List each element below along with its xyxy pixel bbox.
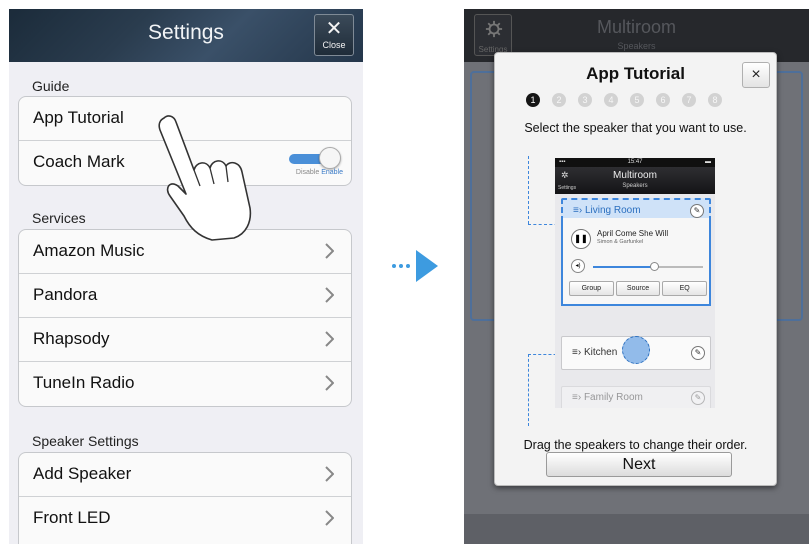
edit-icon[interactable]: ✎	[690, 204, 704, 218]
page-title: Settings	[148, 21, 224, 44]
section-label-speaker-settings: Speaker Settings	[32, 433, 139, 449]
toggle-state-labels: Disable Enable	[296, 169, 343, 176]
mini-subtitle: Speakers	[622, 183, 648, 189]
chevron-right-icon	[325, 466, 334, 482]
toggle-off-label: Disable	[295, 169, 320, 176]
pause-button[interactable]: ❚❚	[571, 229, 591, 249]
battery-icon: ▬	[705, 159, 711, 165]
close-icon: ×	[751, 66, 761, 83]
toggle-on-label: Enable	[321, 169, 343, 176]
guide-line	[528, 156, 529, 224]
settings-item-tunein-radio[interactable]: TuneIn Radio	[19, 362, 351, 406]
close-icon: ✕	[325, 18, 343, 40]
step-dot: 8	[708, 93, 722, 107]
right-arrow-icon	[392, 250, 438, 282]
step-dot: 3	[578, 93, 592, 107]
coach-mark-toggle[interactable]: Disable Enable	[275, 147, 345, 181]
chevron-right-icon	[325, 510, 334, 526]
volume-icon: ◂)	[571, 259, 585, 273]
step-dot: 6	[656, 93, 670, 107]
eq-button[interactable]: EQ	[662, 281, 708, 296]
settings-item-label: Coach Mark	[33, 152, 125, 171]
settings-item-label: Add Speaker	[33, 464, 132, 483]
room-name-text: Family Room	[583, 392, 643, 403]
settings-item-label: Front LED	[33, 508, 111, 527]
player-buttons: Group Source EQ	[569, 281, 708, 296]
close-button[interactable]: ✕ Close	[314, 14, 354, 56]
tutorial-illustration: Settings ✕ Close Guide App Tutorial Coac…	[0, 0, 809, 544]
volume-fill	[593, 266, 654, 268]
status-time: 15:47	[627, 159, 643, 165]
step-dot: 5	[630, 93, 644, 107]
settings-item-label: Amazon Music	[33, 241, 145, 260]
mini-title: Multiroom	[613, 170, 657, 181]
song-artist: Simon & Garfunkel	[597, 239, 644, 245]
settings-item-label: Rhapsody	[33, 329, 110, 348]
multiroom-screen: Settings Multiroom Speakers App Tutorial…	[464, 9, 809, 544]
settings-item-label: App Tutorial	[33, 108, 124, 127]
edit-icon[interactable]: ✎	[691, 391, 705, 405]
speaker-settings-group: Add Speaker Front LED	[18, 452, 352, 544]
step-dot: 7	[682, 93, 696, 107]
speaker-room-family-room[interactable]: ≡› Family Room ✎	[561, 386, 711, 408]
section-label-services: Services	[32, 210, 86, 226]
room-name: ≡› Living Room	[573, 205, 641, 216]
edit-icon[interactable]: ✎	[691, 346, 705, 360]
settings-item-pandora[interactable]: Pandora	[19, 274, 351, 318]
group-button[interactable]: Group	[569, 281, 614, 296]
settings-item-label: TuneIn Radio	[33, 373, 135, 392]
room-name-text: Living Room	[584, 205, 641, 216]
chevron-right-icon	[325, 331, 334, 347]
step-dot: 1	[526, 93, 540, 107]
tutorial-instruction: Select the speaker that you want to use.	[524, 121, 747, 135]
settings-item-front-led[interactable]: Front LED	[19, 497, 351, 541]
guide-line	[528, 354, 529, 426]
dialog-close-button[interactable]: ×	[742, 62, 770, 88]
multiroom-subtitle: Speakers	[617, 41, 656, 51]
settings-item-rhapsody[interactable]: Rhapsody	[19, 318, 351, 362]
volume-knob[interactable]	[649, 262, 659, 271]
step-dot: 4	[604, 93, 618, 107]
chevron-right-icon	[325, 243, 334, 259]
next-button[interactable]: Next	[546, 452, 732, 477]
dialog-title: App Tutorial	[586, 64, 685, 83]
app-tutorial-dialog: App Tutorial × 1 2 3 4 5 6 7 8 Select th…	[494, 52, 777, 486]
room-name: ≡› Family Room	[572, 392, 643, 403]
chevron-right-icon	[325, 375, 334, 391]
tutorial-preview-screen: ▪▪▪ 15:47 ▬ ✲ Settings Multiroom Speaker…	[555, 158, 715, 408]
pointing-hand-icon	[158, 115, 252, 241]
step-dot: 2	[552, 93, 566, 107]
room-name: ≡› Kitchen	[572, 347, 618, 358]
status-bar: ▪▪▪ 15:47 ▬	[555, 158, 715, 167]
toggle-knob	[319, 147, 341, 169]
tutorial-footer-text: Drag the speakers to change their order.	[523, 438, 748, 452]
now-playing-panel: ❚❚ April Come She Will Simon & Garfunkel…	[561, 218, 711, 306]
source-button[interactable]: Source	[615, 281, 661, 296]
volume-slider[interactable]	[593, 262, 703, 271]
multiroom-title: Multiroom	[596, 17, 676, 37]
room-name-text: Kitchen	[583, 347, 618, 358]
settings-screen: Settings ✕ Close Guide App Tutorial Coac…	[9, 9, 363, 544]
mini-nav-bar: ✲ Settings Multiroom Speakers	[555, 167, 715, 194]
section-label-guide: Guide	[32, 78, 70, 94]
settings-item-add-speaker[interactable]: Add Speaker	[19, 453, 351, 497]
settings-item-label: Pandora	[33, 285, 98, 304]
close-button-label: Close	[322, 40, 346, 50]
bottom-bar	[464, 514, 809, 544]
drag-handle-indicator[interactable]	[622, 336, 650, 364]
services-group: Amazon Music Pandora Rhapsody TuneIn Rad…	[18, 229, 352, 407]
settings-nav-bar: Settings ✕ Close	[9, 9, 363, 62]
chevron-right-icon	[325, 287, 334, 303]
song-title: April Come She Will	[597, 229, 669, 238]
